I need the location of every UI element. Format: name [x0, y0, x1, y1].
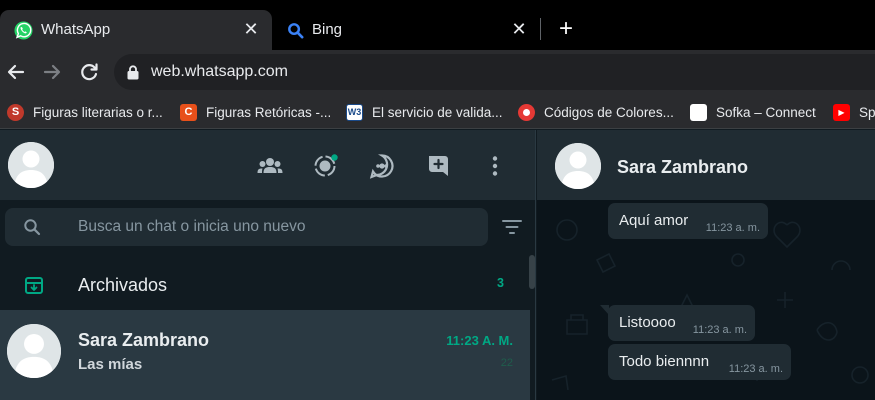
bookmark-label: Códigos de Colores... — [544, 104, 674, 120]
bookmark-label: Figuras Retóricas -... — [206, 104, 332, 120]
tab-whatsapp[interactable]: WhatsApp ✕ — [0, 10, 272, 50]
message-bubble[interactable]: Todo biennnn 11:23 a. m. — [608, 344, 791, 380]
search-row: Busca un chat o inicia uno nuevo — [0, 200, 535, 255]
bookmark-favicon-icon: W3 — [346, 103, 363, 121]
youtube-icon: ▶ — [833, 103, 850, 121]
whatsapp-icon — [14, 21, 33, 40]
bing-search-icon — [288, 23, 304, 39]
bookmark-item[interactable]: W3 El servicio de valida... — [346, 103, 503, 121]
address-bar[interactable]: web.whatsapp.com — [114, 54, 875, 90]
chat-last-message: Las mías — [78, 356, 143, 373]
chat-list-scrollbar[interactable] — [529, 255, 535, 289]
search-placeholder[interactable]: Busca un chat o inicia uno nuevo — [78, 218, 306, 236]
back-arrow-icon[interactable] — [4, 60, 28, 84]
forward-arrow-icon[interactable] — [40, 60, 64, 84]
color-codes-icon — [518, 103, 535, 121]
conversation-contact-name: Sara Zambrano — [617, 157, 749, 177]
channels-icon[interactable] — [368, 152, 396, 180]
filter-icon[interactable] — [501, 217, 523, 237]
default-avatar-icon — [555, 143, 601, 189]
sidebar-header — [0, 130, 535, 200]
archive-icon — [25, 277, 43, 294]
menu-icon[interactable] — [481, 152, 509, 180]
status-icon[interactable] — [312, 152, 340, 180]
bookmark-favicon-icon: S — [7, 103, 24, 121]
bookmark-label: El servicio de valida... — [372, 104, 503, 120]
close-tab-icon[interactable]: ✕ — [242, 20, 260, 38]
message-text: Todo biennnn — [619, 353, 710, 370]
default-avatar-icon — [7, 324, 61, 378]
bookmark-item[interactable]: Sofka – Connect — [690, 103, 816, 121]
message-time: 11:23 a. m. — [692, 324, 747, 336]
tab-title: WhatsApp — [41, 21, 111, 38]
chat-time: 11:23 A. M. — [446, 333, 513, 348]
message-bubble[interactable]: Aquí amor 11:23 a. m. — [608, 203, 768, 239]
search-icon — [24, 219, 41, 236]
contact-avatar[interactable] — [555, 143, 601, 189]
blank-page-icon — [690, 103, 707, 121]
browser-tab-strip: WhatsApp ✕ Bing ✕ + — [0, 0, 875, 50]
message-text: Aquí amor — [619, 212, 689, 229]
bookmark-item[interactable]: S Figuras literarias o r... — [7, 103, 163, 121]
url-text[interactable]: web.whatsapp.com — [151, 63, 288, 81]
conversation-header[interactable]: Sara Zambrano — [537, 130, 875, 200]
message-time: 11:23 a. m. — [705, 222, 760, 234]
bookmarks-bar: S Figuras literarias o r... C Figuras Re… — [0, 95, 875, 129]
message-time: 11:23 a. m. — [728, 363, 783, 375]
tab-title: Bing — [312, 21, 343, 38]
unread-badge: 22 — [500, 357, 513, 369]
archived-count: 3 — [497, 276, 504, 290]
bookmark-item[interactable]: Códigos de Colores... — [518, 103, 674, 121]
default-avatar-icon — [8, 142, 54, 188]
reload-icon[interactable] — [77, 60, 101, 84]
lock-icon[interactable] — [126, 65, 140, 80]
browser-toolbar: web.whatsapp.com — [0, 50, 875, 95]
bookmark-label: Sp — [859, 104, 875, 120]
close-tab-icon[interactable]: ✕ — [510, 20, 528, 38]
bookmark-item[interactable]: ▶ Sp — [833, 103, 875, 121]
archived-chats[interactable]: Archivados 3 — [0, 260, 530, 310]
search-input[interactable]: Busca un chat o inicia uno nuevo — [5, 208, 488, 246]
tab-bing[interactable]: Bing ✕ — [272, 10, 540, 50]
new-tab-button[interactable]: + — [555, 17, 577, 41]
tab-separator — [540, 18, 541, 40]
bookmark-label: Figuras literarias o r... — [33, 104, 163, 120]
bookmark-item[interactable]: C Figuras Retóricas -... — [180, 103, 331, 121]
chat-list-item[interactable]: Sara Zambrano Las mías 11:23 A. M. 22 — [0, 310, 530, 400]
bookmark-favicon-icon: C — [180, 103, 197, 121]
communities-icon[interactable] — [256, 152, 284, 180]
bookmark-label: Sofka – Connect — [716, 104, 816, 120]
chat-contact-name: Sara Zambrano — [78, 330, 210, 350]
conversation-panel: Sara Zambrano Aquí amor 11:23 a. m. List… — [537, 130, 875, 400]
message-text: Listoooo — [619, 314, 676, 331]
message-bubble[interactable]: Listoooo 11:23 a. m. — [608, 305, 755, 341]
chat-list-panel: Busca un chat o inicia uno nuevo Archiva… — [0, 130, 536, 400]
profile-avatar[interactable] — [8, 142, 54, 188]
contact-avatar — [7, 324, 61, 378]
new-chat-icon[interactable] — [425, 152, 453, 180]
archived-label: Archivados — [78, 275, 168, 295]
